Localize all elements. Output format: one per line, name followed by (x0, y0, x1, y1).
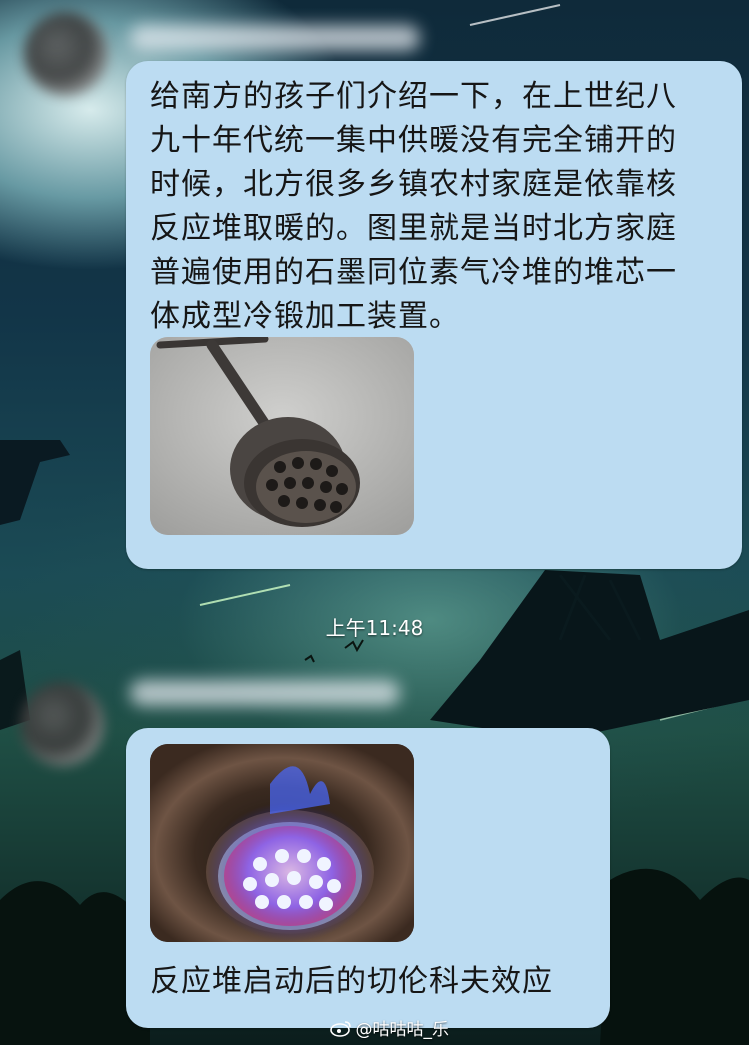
image-caption: 反应堆启动后的切伦科夫效应 (150, 964, 553, 999)
watermark-text: @咕咕咕_乐 (355, 1020, 450, 1040)
weibo-watermark: @咕咕咕_乐 (329, 1015, 450, 1040)
sender-avatar[interactable] (24, 12, 108, 96)
message-bubble[interactable]: 给南方的孩子们介绍一下，在上世纪八九十年代统一集中供暖没有完全铺开的时候，北方很… (126, 61, 742, 569)
burning-briquette-blue-flame-photo[interactable] (150, 744, 414, 942)
sender-name (130, 25, 420, 51)
message-bubble[interactable]: 反应堆启动后的切伦科夫效应 (126, 728, 610, 1028)
message-timestamp: 上午11:48 (325, 616, 424, 640)
message-text: 给南方的孩子们介绍一下，在上世纪八九十年代统一集中供暖没有完全铺开的时候，北方很… (150, 79, 677, 334)
sender-name (130, 680, 400, 706)
weibo-icon (329, 1019, 352, 1037)
honeycomb-briquette-maker-photo[interactable] (150, 337, 414, 535)
sender-avatar[interactable] (20, 682, 104, 766)
